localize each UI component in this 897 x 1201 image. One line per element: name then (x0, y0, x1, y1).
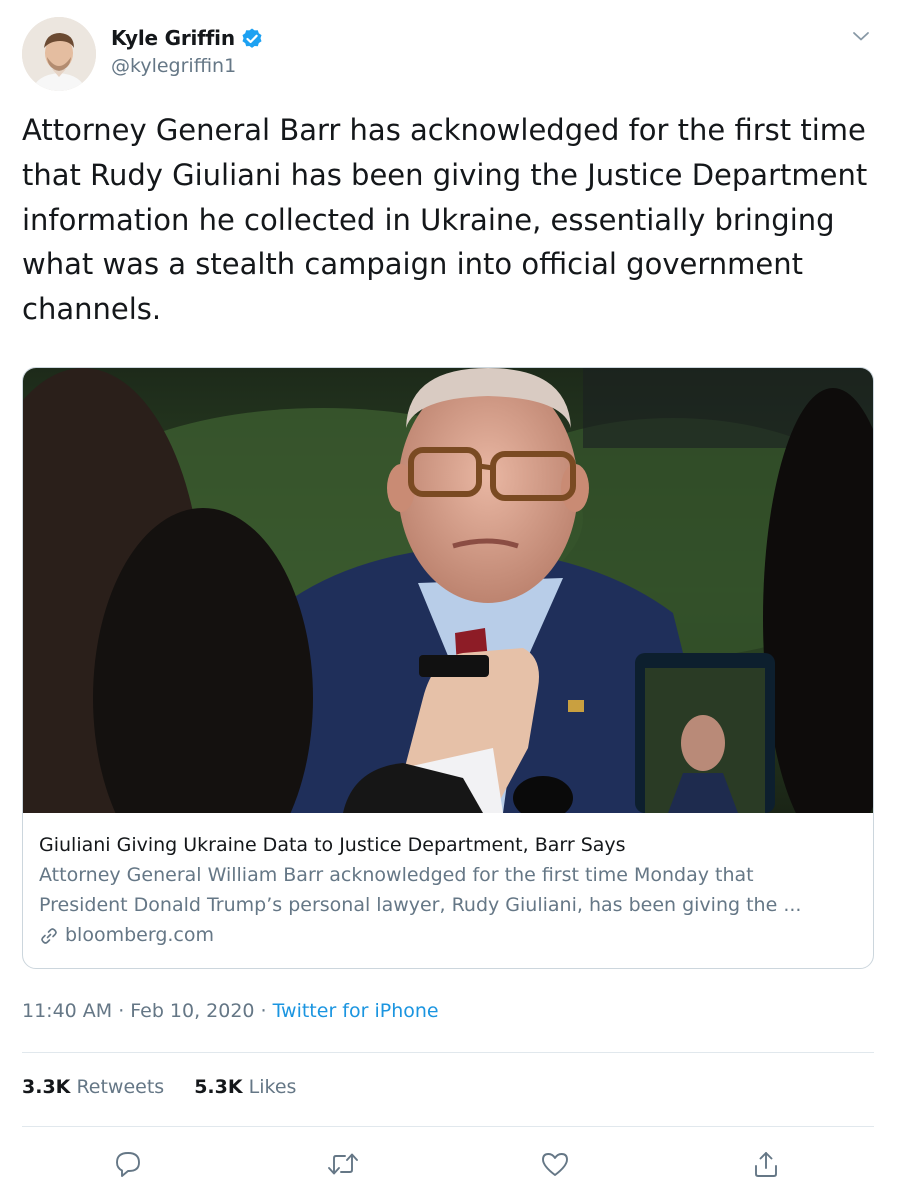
tweet-time[interactable]: 11:40 AM (22, 1000, 112, 1022)
likes-stat[interactable]: 5.3K Likes (194, 1076, 296, 1098)
likes-count: 5.3K (194, 1076, 243, 1098)
retweet-icon[interactable] (323, 1144, 363, 1184)
reply-icon[interactable] (108, 1144, 148, 1184)
link-card[interactable]: Giuliani Giving Ukraine Data to Justice … (22, 367, 874, 969)
author-display-name[interactable]: Kyle Griffin (111, 26, 235, 50)
meta-separator: · (260, 1000, 267, 1022)
tweet-meta: 11:40 AM · Feb 10, 2020 · Twitter for iP… (22, 1000, 439, 1022)
tweet-source-link[interactable]: Twitter for iPhone (273, 1000, 439, 1022)
tweet-actions (0, 1144, 897, 1184)
tweet-container: Kyle Griffin @kylegriffin1 Attorney Gene… (0, 0, 897, 1201)
heart-icon[interactable] (535, 1144, 575, 1184)
author-handle[interactable]: @kylegriffin1 (111, 55, 236, 77)
retweets-label: Retweets (76, 1076, 165, 1098)
tweet-date[interactable]: Feb 10, 2020 (130, 1000, 254, 1022)
card-description: Attorney General William Barr acknowledg… (39, 864, 802, 916)
link-icon (39, 925, 59, 945)
verified-badge-icon (240, 26, 264, 50)
tweet-text: Attorney General Barr has acknowledged f… (22, 113, 868, 327)
meta-separator: · (118, 1000, 125, 1022)
share-icon[interactable] (746, 1144, 786, 1184)
retweets-count: 3.3K (22, 1076, 71, 1098)
retweets-stat[interactable]: 3.3K Retweets (22, 1076, 164, 1098)
author-name-row[interactable]: Kyle Griffin (111, 24, 264, 52)
likes-label: Likes (248, 1076, 297, 1098)
chevron-down-icon[interactable] (849, 24, 873, 48)
author-avatar[interactable] (22, 17, 96, 91)
card-body[interactable]: Giuliani Giving Ukraine Data to Justice … (39, 830, 859, 950)
card-domain[interactable]: bloomberg.com (39, 920, 859, 950)
tweet-stats: 3.3K Retweets 5.3K Likes (22, 1076, 326, 1098)
card-title[interactable]: Giuliani Giving Ukraine Data to Justice … (39, 830, 859, 860)
card-domain-text[interactable]: bloomberg.com (65, 920, 214, 950)
divider (22, 1126, 874, 1127)
card-image[interactable] (23, 368, 873, 888)
divider (22, 1052, 874, 1053)
